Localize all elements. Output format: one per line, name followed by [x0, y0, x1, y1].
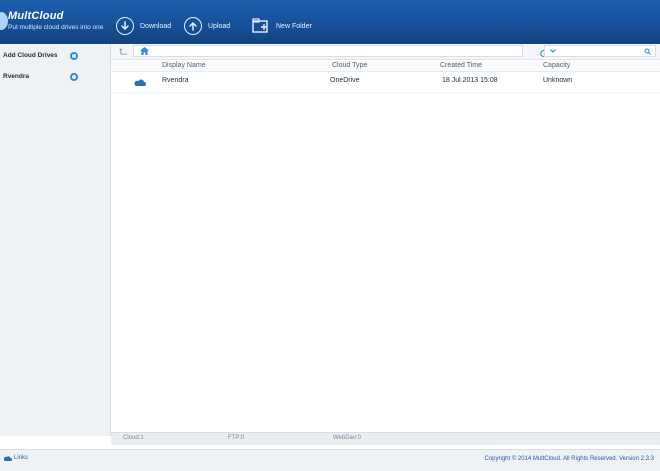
links-button[interactable]: Links [4, 455, 28, 461]
upload-button[interactable]: Upload [184, 16, 230, 36]
search-icon[interactable] [644, 48, 651, 55]
status-webdav-count: WebDav:0 [333, 435, 361, 441]
chevron-down-icon[interactable] [550, 48, 556, 54]
table-header: Display Name Cloud Type Created Time Cap… [111, 61, 660, 72]
copyright-text: Copyright © 2014 MultCloud. All Rights R… [484, 456, 654, 462]
links-label: Links [14, 455, 29, 461]
main-panel: Display Name Cloud Type Created Time Cap… [111, 44, 660, 436]
table-row[interactable]: Rvendra OneDrive 18 Jul 2013 15:08 Unkno… [111, 72, 660, 93]
new-folder-label: New Folder [276, 22, 312, 30]
multcloud-logo-icon [0, 12, 8, 30]
upload-icon [184, 17, 202, 35]
cloud-link-icon [4, 456, 12, 461]
sidebar-item-rvendra[interactable]: Rvendra [3, 73, 29, 80]
new-folder-button[interactable]: New Folder [252, 16, 312, 36]
status-bar: Cloud:1 FTP:0 WebDav:0 [111, 432, 660, 445]
column-header[interactable]: Cloud Type [332, 62, 367, 69]
upload-label: Upload [208, 22, 231, 30]
address-bar [111, 44, 660, 60]
app-tagline: Put multiple cloud drives into one [8, 24, 104, 31]
column-header[interactable]: Created Time [440, 62, 482, 69]
status-cloud-count: Cloud:1 [123, 435, 144, 441]
app-brand: MultCloud [8, 10, 64, 22]
up-level-icon[interactable] [119, 47, 128, 55]
column-header[interactable]: Display Name [162, 62, 206, 69]
sidebar-item-add-cloud-drives[interactable]: Add Cloud Drives [3, 52, 58, 59]
download-icon [116, 17, 134, 35]
top-toolbar: MultCloud Put multiple cloud drives into… [0, 0, 660, 44]
footer: Links Copyright © 2014 MultCloud. All Ri… [0, 449, 660, 471]
onedrive-cloud-icon [134, 79, 146, 86]
download-button[interactable]: Download [116, 16, 171, 36]
cell-capacity: Unknown [543, 77, 573, 84]
cell-created-time: 18 Jul 2013 15:08 [442, 77, 498, 84]
cell-cloud-type: OneDrive [330, 77, 360, 84]
add-icon[interactable] [70, 52, 78, 60]
column-header[interactable]: Capacity [543, 62, 570, 69]
cell-display-name: Rvendra [162, 77, 189, 84]
download-label: Download [140, 22, 172, 30]
search-input[interactable] [544, 45, 656, 57]
sidebar: Add Cloud Drives Rvendra [0, 44, 111, 436]
path-breadcrumb[interactable] [133, 45, 548, 57]
status-ftp-count: FTP:0 [228, 435, 245, 441]
new-folder-icon [252, 18, 268, 33]
settings-icon[interactable] [70, 73, 78, 81]
home-icon[interactable] [140, 47, 149, 55]
